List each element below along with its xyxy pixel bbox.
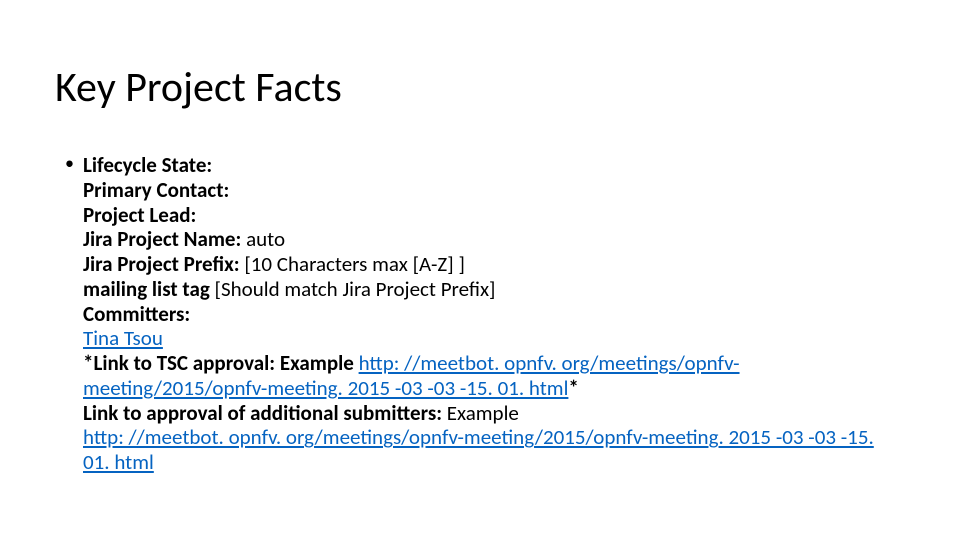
mailing-list-tag-value: [Should match Jira Project Prefix] xyxy=(215,276,496,302)
jira-project-prefix-value: [10 Characters max [A-Z] ] xyxy=(244,251,465,277)
tsc-approval-prefix: *Link to TSC approval: Example xyxy=(83,350,359,376)
committers-label: Committers: xyxy=(83,301,190,327)
body-list: Lifecycle State: Primary Contact: Projec… xyxy=(55,153,905,475)
facts-item: Lifecycle State: Primary Contact: Projec… xyxy=(83,153,905,475)
additional-approval-prefix: Link to approval of additional submitter… xyxy=(83,400,447,426)
additional-approval-example: Example xyxy=(447,400,519,426)
lifecycle-state-label: Lifecycle State: xyxy=(83,152,212,178)
jira-project-prefix-label: Jira Project Prefix: xyxy=(83,251,244,277)
committer-link[interactable]: Tina Tsou xyxy=(83,325,163,351)
jira-project-name-label: Jira Project Name: xyxy=(83,226,246,252)
tsc-approval-suffix: * xyxy=(568,375,578,401)
jira-project-name-value: auto xyxy=(246,226,285,252)
slide: Key Project Facts Lifecycle State: Prima… xyxy=(0,0,960,540)
mailing-list-tag-label: mailing list tag xyxy=(83,276,215,302)
primary-contact-label: Primary Contact: xyxy=(83,177,229,203)
additional-approval-link[interactable]: http: //meetbot. opnfv. org/meetings/opn… xyxy=(83,424,874,475)
project-lead-label: Project Lead: xyxy=(83,202,196,228)
slide-title: Key Project Facts xyxy=(55,62,905,113)
